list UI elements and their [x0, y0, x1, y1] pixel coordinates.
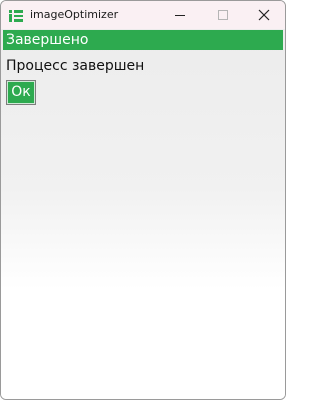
dialog-content: Завершено Процесс завершен Ок: [1, 29, 285, 399]
close-button[interactable]: [243, 1, 285, 29]
status-label: Завершено: [6, 32, 89, 48]
title-bar[interactable]: imageOptimizer: [1, 1, 285, 29]
minimize-icon: [175, 15, 185, 16]
maximize-button[interactable]: [201, 1, 243, 29]
status-bar: Завершено: [3, 30, 283, 50]
completion-message: Процесс завершен: [6, 58, 145, 74]
window-title: imageOptimizer: [30, 8, 119, 21]
image-optimizer-app-icon: [9, 8, 23, 22]
maximize-icon: [218, 10, 228, 20]
close-icon: [258, 9, 270, 21]
app-window: imageOptimizer Завершено Процесс заверше…: [0, 0, 286, 400]
minimize-button[interactable]: [159, 1, 201, 29]
ok-button[interactable]: Ок: [6, 80, 36, 105]
